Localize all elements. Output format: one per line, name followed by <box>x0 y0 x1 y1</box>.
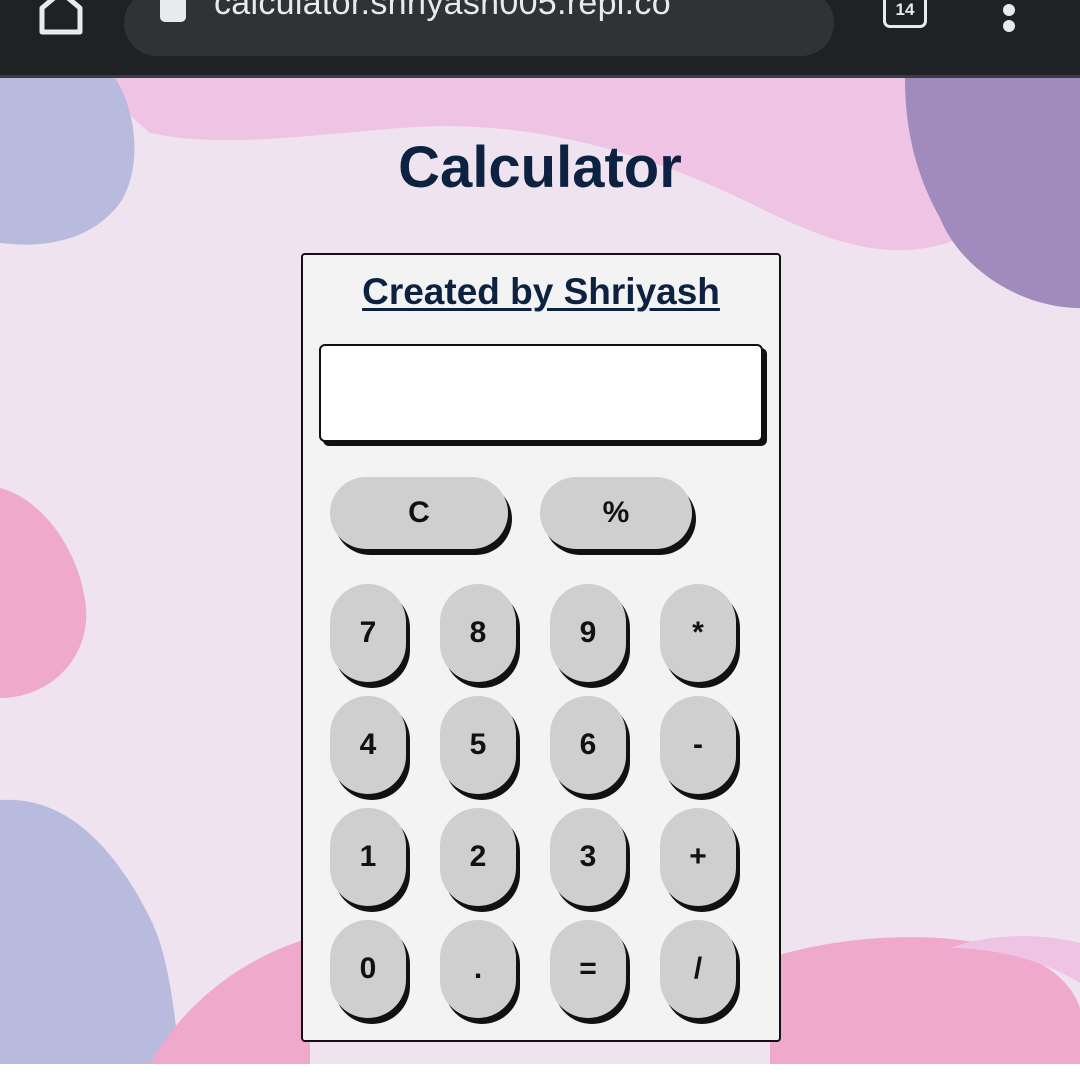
key-1[interactable]: 1 <box>330 808 406 906</box>
divide-button[interactable]: / <box>660 920 736 1018</box>
subtract-button[interactable]: - <box>660 696 736 794</box>
page-title: Calculator <box>398 135 682 200</box>
key-3[interactable]: 3 <box>550 808 626 906</box>
key-2[interactable]: 2 <box>440 808 516 906</box>
key-4[interactable]: 4 <box>330 696 406 794</box>
lock-icon <box>160 0 186 22</box>
page-body: Calculator Created by Shriyash C % 7 8 9… <box>0 78 1080 1064</box>
home-icon[interactable] <box>36 0 86 38</box>
equals-button[interactable]: = <box>550 920 626 1018</box>
key-8[interactable]: 8 <box>440 584 516 682</box>
key-9[interactable]: 9 <box>550 584 626 682</box>
key-0[interactable]: 0 <box>330 920 406 1018</box>
decimal-button[interactable]: . <box>440 920 516 1018</box>
more-vert-icon[interactable] <box>996 0 1022 34</box>
percent-button[interactable]: % <box>540 477 692 549</box>
calculator-card: Created by Shriyash C % 7 8 9 * 4 5 6 - … <box>301 253 781 1042</box>
key-7[interactable]: 7 <box>330 584 406 682</box>
key-6[interactable]: 6 <box>550 696 626 794</box>
credit-link[interactable]: Created by Shriyash <box>303 271 779 313</box>
tab-switcher-icon[interactable]: 14 <box>883 0 927 28</box>
clear-button[interactable]: C <box>330 477 508 549</box>
add-button[interactable]: + <box>660 808 736 906</box>
browser-toolbar: calculator.shriyash005.repl.co 14 <box>0 0 1080 78</box>
multiply-button[interactable]: * <box>660 584 736 682</box>
url-text[interactable]: calculator.shriyash005.repl.co <box>214 0 671 23</box>
key-5[interactable]: 5 <box>440 696 516 794</box>
calculator-display[interactable] <box>319 344 763 442</box>
